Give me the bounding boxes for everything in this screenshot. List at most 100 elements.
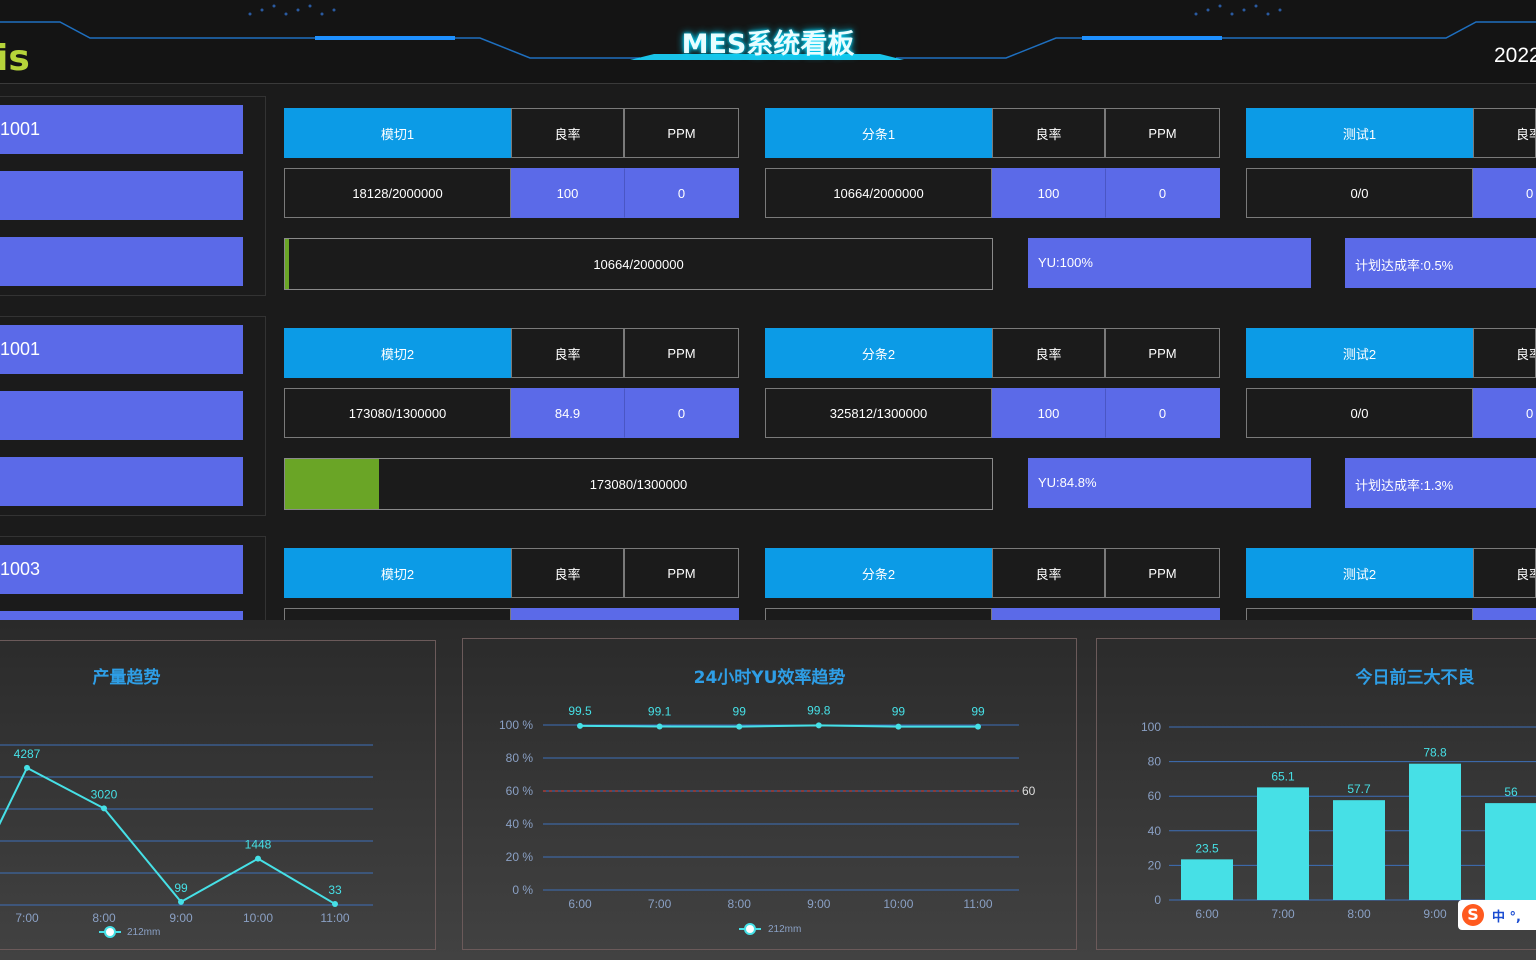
rate-header: 良率 <box>511 108 624 158</box>
y-tick-label: 80 % <box>506 751 534 765</box>
rate-value: 100 <box>992 168 1105 218</box>
line-info-block <box>0 171 243 220</box>
process-count: 18128/2000000 <box>284 168 511 218</box>
x-tick-label: 6:00 <box>568 897 592 911</box>
process-count: 0/0 <box>1246 388 1473 438</box>
company-logo: is <box>0 38 30 79</box>
plan-progress-bar: 10664/2000000 <box>284 238 993 290</box>
x-tick-label: 9:00 <box>169 911 193 925</box>
x-tick-label: 10:00 <box>243 911 273 925</box>
y-tick-label: 60 <box>1148 789 1162 803</box>
rate-value: 0 <box>1473 168 1536 218</box>
process-count <box>1246 608 1473 620</box>
process-name: 测试1 <box>1246 108 1473 158</box>
plan-rate-badge: 计划达成率:1.3% <box>1345 458 1536 508</box>
ppm-header: PPM <box>624 108 739 158</box>
data-label: 65.1 <box>1271 769 1295 783</box>
rate-value <box>511 608 739 620</box>
sogou-icon[interactable]: S <box>1462 904 1484 926</box>
data-label: 99 <box>733 705 747 719</box>
process-count: 173080/1300000 <box>284 388 511 438</box>
rate-header: 良率 <box>992 328 1105 378</box>
data-point <box>577 722 583 729</box>
data-label: 3020 <box>91 787 118 801</box>
data-point <box>656 723 663 730</box>
data-point <box>178 898 184 905</box>
ppm-header: PPM <box>1105 328 1220 378</box>
rate-value: 0 <box>1473 388 1536 438</box>
header-date: 2022 <box>1494 44 1536 67</box>
x-tick-label: 8:00 <box>1347 907 1371 921</box>
data-label: 99 <box>892 705 906 719</box>
data-point <box>101 805 107 812</box>
ime-toolbar[interactable]: S 中 °, <box>1458 900 1536 930</box>
line-id-label: 1003 <box>0 545 243 594</box>
bar <box>1485 803 1536 900</box>
line-id-label: 1001 <box>0 105 243 154</box>
yu-trend-panel: 24小时YU效率趋势 0 % 20 % 40 % 60 % 80 % 100 % 60 99.… <box>462 638 1077 950</box>
ppm-header: PPM <box>624 328 739 378</box>
y-tick-label: 60 % <box>506 784 534 798</box>
data-point <box>332 900 338 907</box>
series-line <box>0 766 336 905</box>
data-point <box>24 764 30 771</box>
y-tick-label: 0 % <box>512 883 533 897</box>
process-count <box>765 608 992 620</box>
output-trend-chart: 4287 7:00 3020 8:00 99 9:00 1448 10:00 33 11:00 21… <box>0 744 373 938</box>
line-info-block <box>0 391 243 440</box>
output-trend-panel: 产量趋势 4287 7:00 3020 8:00 99 9:00 1448 10:00 33 11… <box>0 640 436 950</box>
rate-header: 良率 <box>1473 328 1536 378</box>
x-tick-label: 10:00 <box>883 897 913 911</box>
data-point <box>255 855 261 862</box>
line-info-block <box>0 611 243 620</box>
x-tick-label: 9:00 <box>807 897 831 911</box>
process-name: 测试2 <box>1246 328 1473 378</box>
data-label: 99.1 <box>648 704 672 718</box>
data-label: 33 <box>328 883 342 897</box>
data-label: 4287 <box>14 747 41 761</box>
rate-header: 良率 <box>1473 108 1536 158</box>
yu-rate-badge: YU:100% <box>1028 238 1311 288</box>
data-label: 23.5 <box>1195 841 1219 855</box>
page-title: MES系统看板 <box>681 29 855 60</box>
y-tick-label: 80 <box>1148 755 1162 769</box>
header-bar: is MES系统看板 2022 <box>0 0 1536 84</box>
ppm-header: PPM <box>1105 108 1220 158</box>
progress-text: 10664/2000000 <box>593 256 684 272</box>
ppm-header: PPM <box>1105 548 1220 598</box>
x-tick-label: 9:00 <box>1423 907 1447 921</box>
x-tick-label: 8:00 <box>92 911 116 925</box>
data-label: 99 <box>174 881 188 895</box>
data-label: 99.5 <box>568 704 592 718</box>
ppm-header: PPM <box>624 548 739 598</box>
bar <box>1257 787 1309 900</box>
progress-text: 173080/1300000 <box>589 476 688 492</box>
ppm-value: 0 <box>624 388 739 438</box>
y-tick-label: 40 <box>1148 824 1162 838</box>
data-point <box>975 723 981 730</box>
yu-rate-badge: YU:84.8% <box>1028 458 1311 508</box>
ppm-value: 0 <box>1105 168 1220 218</box>
rate-header: 良率 <box>992 548 1105 598</box>
process-name: 测试2 <box>1246 548 1473 598</box>
x-tick-label: 8:00 <box>728 897 752 911</box>
charts-area: 产量趋势 4287 7:00 3020 8:00 99 9:00 1448 10:00 33 11… <box>0 620 1536 960</box>
rate-value <box>1473 608 1536 620</box>
legend-label: 212mm <box>127 927 160 938</box>
rate-header: 良率 <box>511 328 624 378</box>
ime-mode-label[interactable]: 中 °, <box>1492 906 1521 925</box>
data-label: 78.8 <box>1423 746 1447 760</box>
rate-value: 100 <box>992 388 1105 438</box>
y-tick-label: 100 % <box>499 718 533 732</box>
data-point <box>895 723 902 730</box>
y-tick-label: 40 % <box>506 817 534 831</box>
y-tick-label: 100 <box>1141 720 1161 734</box>
data-label: 99.8 <box>807 703 831 717</box>
process-name: 分条2 <box>765 328 992 378</box>
x-tick-label: 7:00 <box>15 911 39 925</box>
ppm-value: 0 <box>1105 388 1220 438</box>
data-label: 56 <box>1504 785 1518 799</box>
legend-label: 212mm <box>768 924 801 935</box>
bar <box>1333 800 1385 900</box>
rate-header: 良率 <box>1473 548 1536 598</box>
